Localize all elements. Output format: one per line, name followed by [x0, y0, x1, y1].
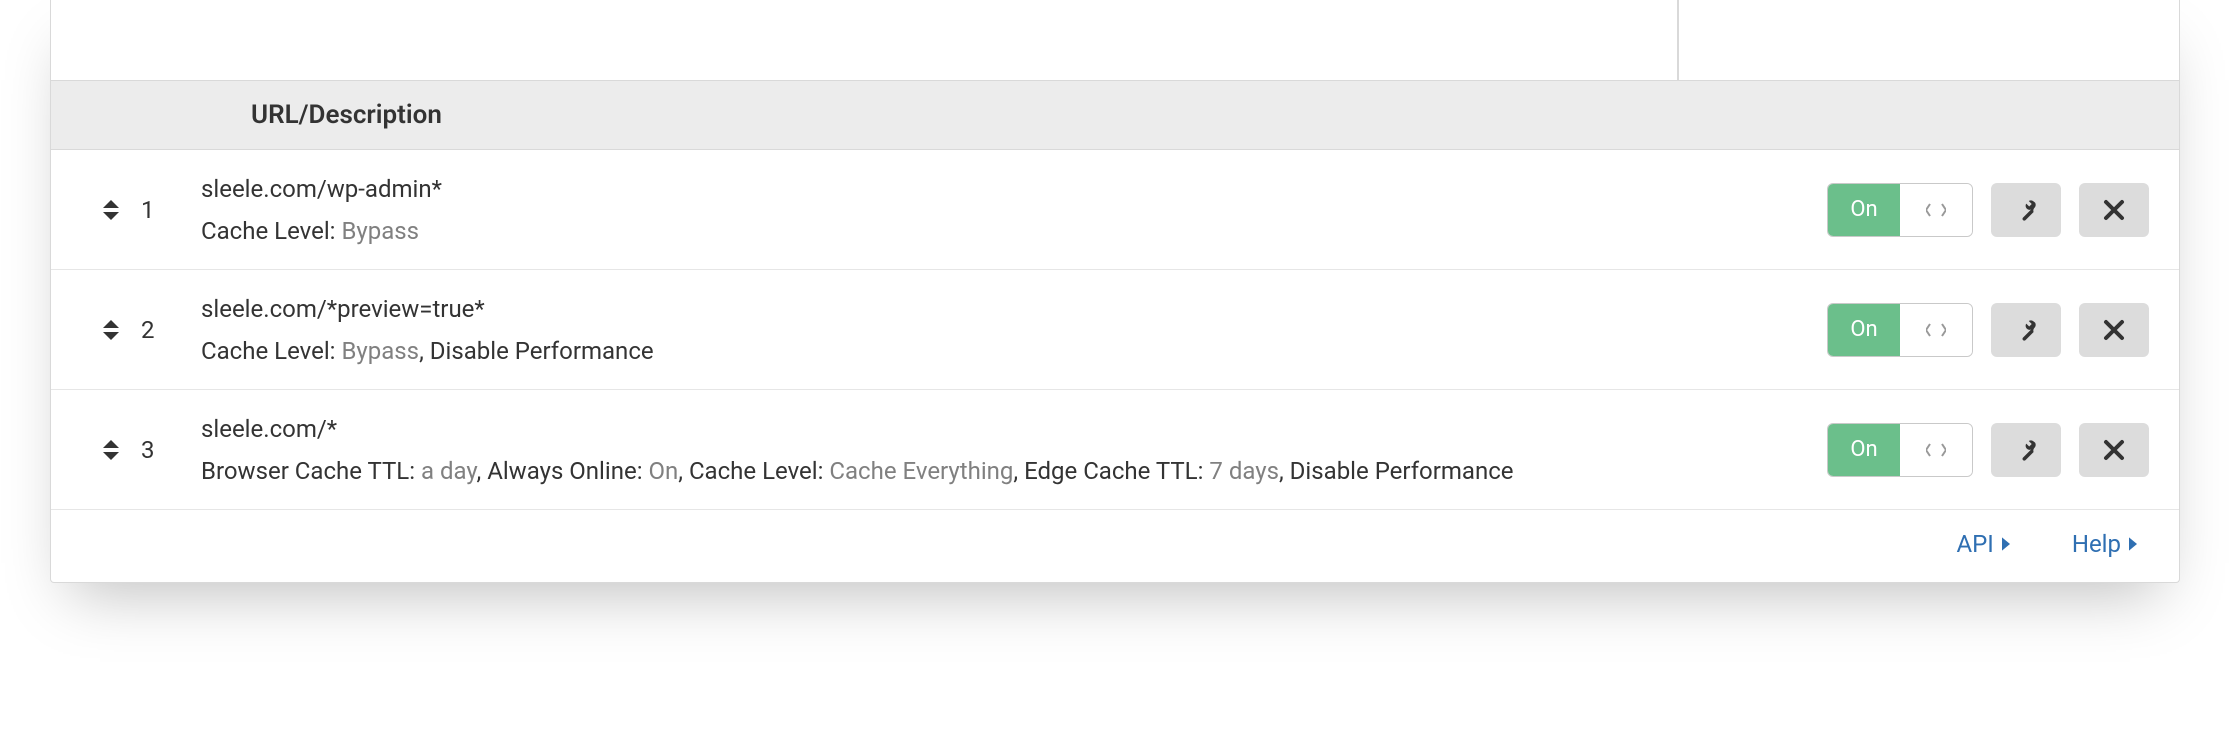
wrench-icon	[2014, 318, 2038, 342]
setting-value: Disable Performance	[1290, 457, 1514, 485]
rule-toggle[interactable]: On	[1827, 423, 1973, 477]
setting-label: Cache Level	[689, 457, 818, 485]
rule-settings: Cache Level: Bypass	[201, 213, 1797, 249]
rule-url: sleele.com/*preview=true*	[201, 291, 1797, 327]
help-link[interactable]: Help	[2072, 530, 2139, 558]
toggle-knob-icon	[1900, 184, 1972, 236]
panel-top-blank	[51, 0, 2179, 80]
rule-row: 1sleele.com/wp-admin* Cache Level: Bypass…	[51, 150, 2179, 270]
rule-description: sleele.com/* Browser Cache TTL: a day, Al…	[201, 411, 1827, 489]
delete-button[interactable]	[2079, 303, 2149, 357]
drag-handle-icon[interactable]	[101, 198, 121, 222]
rule-url: sleele.com/wp-admin*	[201, 171, 1797, 207]
panel-footer: API Help	[51, 510, 2179, 582]
close-icon	[2102, 438, 2126, 462]
toggle-on-label: On	[1828, 424, 1900, 476]
setting-value: Bypass	[341, 337, 419, 365]
api-link-label: API	[1957, 530, 1994, 558]
drag-handle-icon[interactable]	[101, 318, 121, 342]
rule-url: sleele.com/*	[201, 411, 1797, 447]
delete-button[interactable]	[2079, 183, 2149, 237]
help-link-label: Help	[2072, 530, 2121, 558]
wrench-icon	[2014, 198, 2038, 222]
edit-button[interactable]	[1991, 303, 2061, 357]
delete-button[interactable]	[2079, 423, 2149, 477]
setting-value: On	[648, 457, 678, 485]
wrench-icon	[2014, 438, 2038, 462]
setting-value: 7 days	[1209, 457, 1279, 485]
setting-label: Edge Cache TTL	[1024, 457, 1198, 485]
rule-row: 3sleele.com/* Browser Cache TTL: a day, A…	[51, 390, 2179, 510]
chevron-right-icon	[2000, 536, 2012, 552]
close-icon	[2102, 198, 2126, 222]
header-title: URL/Description	[251, 100, 442, 130]
edit-button[interactable]	[1991, 183, 2061, 237]
rule-description: sleele.com/wp-admin* Cache Level: Bypass	[201, 171, 1827, 249]
rule-row: 2sleele.com/*preview=true* Cache Level: B…	[51, 270, 2179, 390]
rule-index: 2	[141, 316, 201, 344]
toggle-on-label: On	[1828, 184, 1900, 236]
table-header: URL/Description	[51, 80, 2179, 150]
rule-settings: Browser Cache TTL: a day, Always Online:…	[201, 453, 1797, 489]
edit-button[interactable]	[1991, 423, 2061, 477]
rule-index: 1	[141, 196, 201, 224]
chevron-right-icon	[2127, 536, 2139, 552]
rule-index: 3	[141, 436, 201, 464]
toggle-knob-icon	[1900, 304, 1972, 356]
close-icon	[2102, 318, 2126, 342]
setting-value: a day	[421, 457, 477, 485]
api-link[interactable]: API	[1957, 530, 2012, 558]
setting-label: Always Online	[487, 457, 637, 485]
setting-label: Browser Cache TTL	[201, 457, 409, 485]
setting-label: Cache Level	[201, 217, 330, 245]
toggle-on-label: On	[1828, 304, 1900, 356]
setting-value: Bypass	[341, 217, 419, 245]
setting-label: Cache Level	[201, 337, 330, 365]
toggle-knob-icon	[1900, 424, 1972, 476]
rule-settings: Cache Level: Bypass, Disable Performance	[201, 333, 1797, 369]
rule-toggle[interactable]: On	[1827, 303, 1973, 357]
setting-value: Cache Everything	[829, 457, 1013, 485]
setting-value: Disable Performance	[430, 337, 654, 365]
rule-description: sleele.com/*preview=true* Cache Level: By…	[201, 291, 1827, 369]
rule-toggle[interactable]: On	[1827, 183, 1973, 237]
page-rules-panel: URL/Description 1sleele.com/wp-admin* Cac…	[50, 0, 2180, 583]
drag-handle-icon[interactable]	[101, 438, 121, 462]
